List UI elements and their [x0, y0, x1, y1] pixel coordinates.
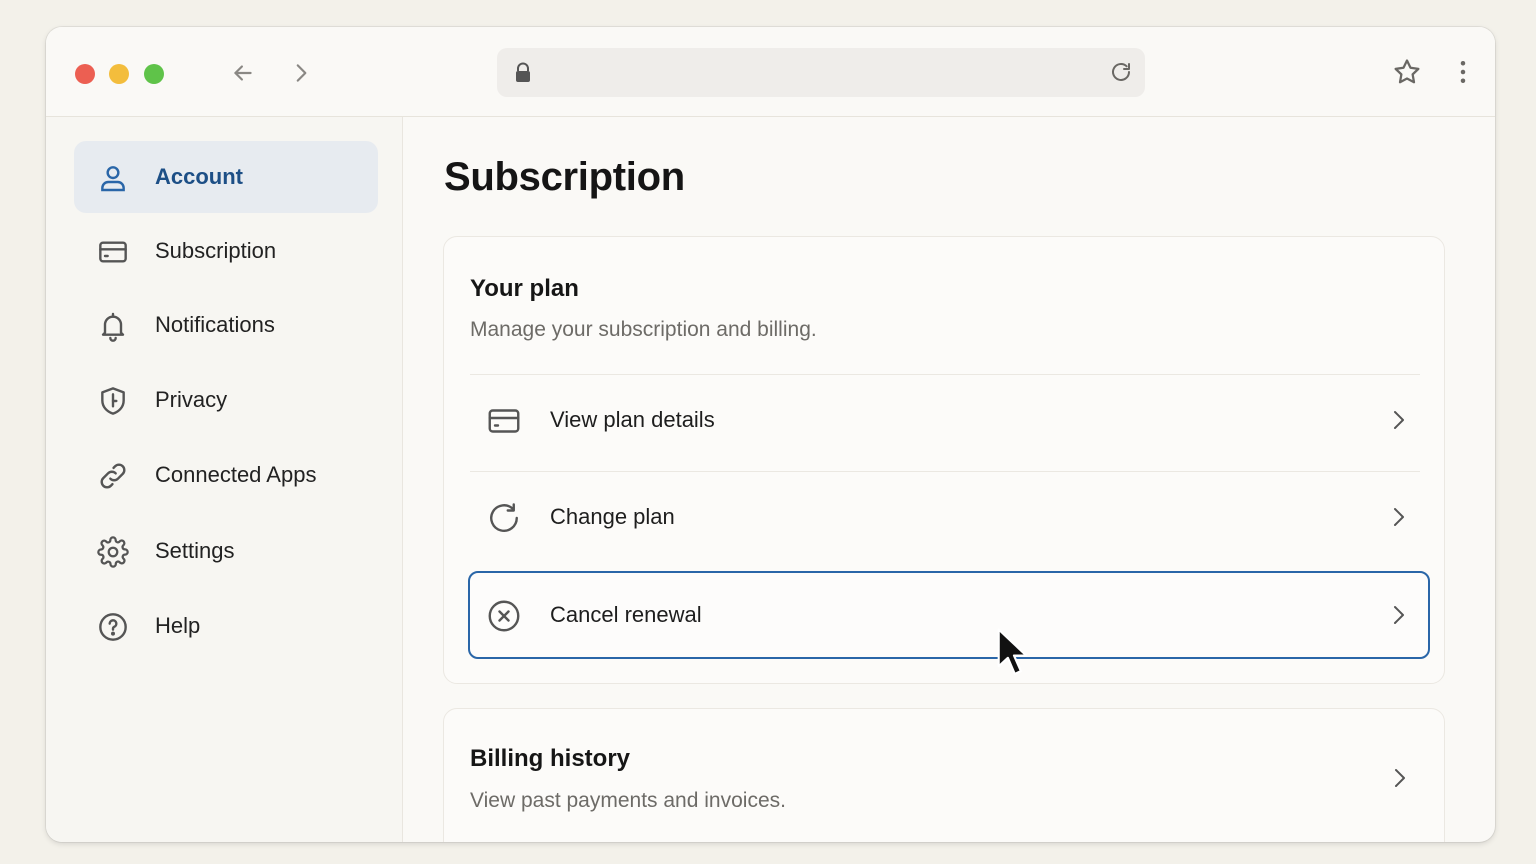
back-button[interactable] [228, 58, 258, 88]
row-label: Change plan [550, 504, 675, 529]
chevron-right-icon [1394, 508, 1404, 526]
minimize-window-button[interactable] [109, 64, 129, 84]
card-title: Your plan [470, 275, 579, 302]
mouse-cursor-icon [997, 628, 1028, 675]
credit-card-icon [96, 235, 130, 269]
card-subtitle: View past payments and invoices. [470, 789, 786, 812]
sidebar-item-label: Connected Apps [155, 462, 317, 487]
browser-window: Account Subscription Notifications Priva… [46, 27, 1495, 842]
sidebar: Account Subscription Notifications Priva… [46, 117, 403, 842]
url-input[interactable] [543, 58, 1095, 87]
cancel-renewal-row[interactable]: Cancel renewal [468, 571, 1430, 659]
row-label: Cancel renewal [550, 602, 702, 627]
change-plan-row[interactable]: Change plan [468, 473, 1430, 562]
main-content: Subscription Your plan Manage your subsc… [404, 117, 1495, 842]
page-title: Subscription [444, 155, 685, 199]
sidebar-item-notifications[interactable]: Notifications [74, 289, 378, 361]
sidebar-item-help[interactable]: Help [74, 590, 378, 662]
card-title: Billing history [470, 745, 631, 772]
star-icon[interactable] [1392, 57, 1422, 87]
forward-button[interactable] [286, 58, 316, 88]
row-label: View plan details [550, 407, 715, 432]
credit-card-icon [486, 403, 522, 439]
sidebar-item-label: Help [155, 613, 201, 638]
reload-icon[interactable] [1109, 60, 1133, 84]
zoom-window-button[interactable] [144, 64, 164, 84]
card-subtitle: Manage your subscription and billing. [470, 318, 817, 341]
sidebar-item-account[interactable]: Account [74, 141, 378, 213]
cancel-circle-icon [486, 598, 522, 634]
sidebar-item-settings[interactable]: Settings [74, 515, 378, 587]
close-window-button[interactable] [75, 64, 95, 84]
sidebar-item-label: Subscription [155, 238, 277, 263]
chevron-right-icon [1394, 606, 1404, 624]
plan-card: Your plan Manage your subscription and b… [443, 236, 1445, 684]
more-vertical-icon[interactable] [1448, 57, 1478, 87]
sidebar-item-privacy[interactable]: Privacy [74, 364, 378, 436]
sidebar-item-label: Notifications [155, 312, 275, 337]
address-bar[interactable] [497, 48, 1145, 97]
forward-arrow-icon [296, 64, 307, 82]
shield-icon [96, 384, 130, 418]
chevron-right-icon [1395, 769, 1405, 787]
sidebar-item-subscription[interactable]: Subscription [74, 215, 378, 287]
browser-toolbar [46, 27, 1495, 117]
gear-icon [96, 535, 130, 569]
sidebar-item-connected-apps[interactable]: Connected Apps [74, 439, 378, 511]
sidebar-item-label: Privacy [155, 387, 228, 412]
refresh-icon [486, 500, 522, 536]
chevron-right-icon [1394, 411, 1404, 429]
lock-icon [516, 62, 530, 82]
divider [470, 374, 1420, 375]
back-arrow-icon [234, 65, 252, 81]
sidebar-item-label: Settings [155, 538, 235, 563]
bell-icon [96, 309, 130, 343]
billing-history-card[interactable]: Billing history View past payments and i… [443, 708, 1445, 842]
divider [470, 471, 1420, 472]
link-icon [96, 459, 130, 493]
sidebar-item-label: Account [155, 164, 243, 189]
help-circle-icon [96, 610, 130, 644]
view-plan-details-row[interactable]: View plan details [468, 376, 1430, 465]
user-icon [96, 161, 130, 195]
